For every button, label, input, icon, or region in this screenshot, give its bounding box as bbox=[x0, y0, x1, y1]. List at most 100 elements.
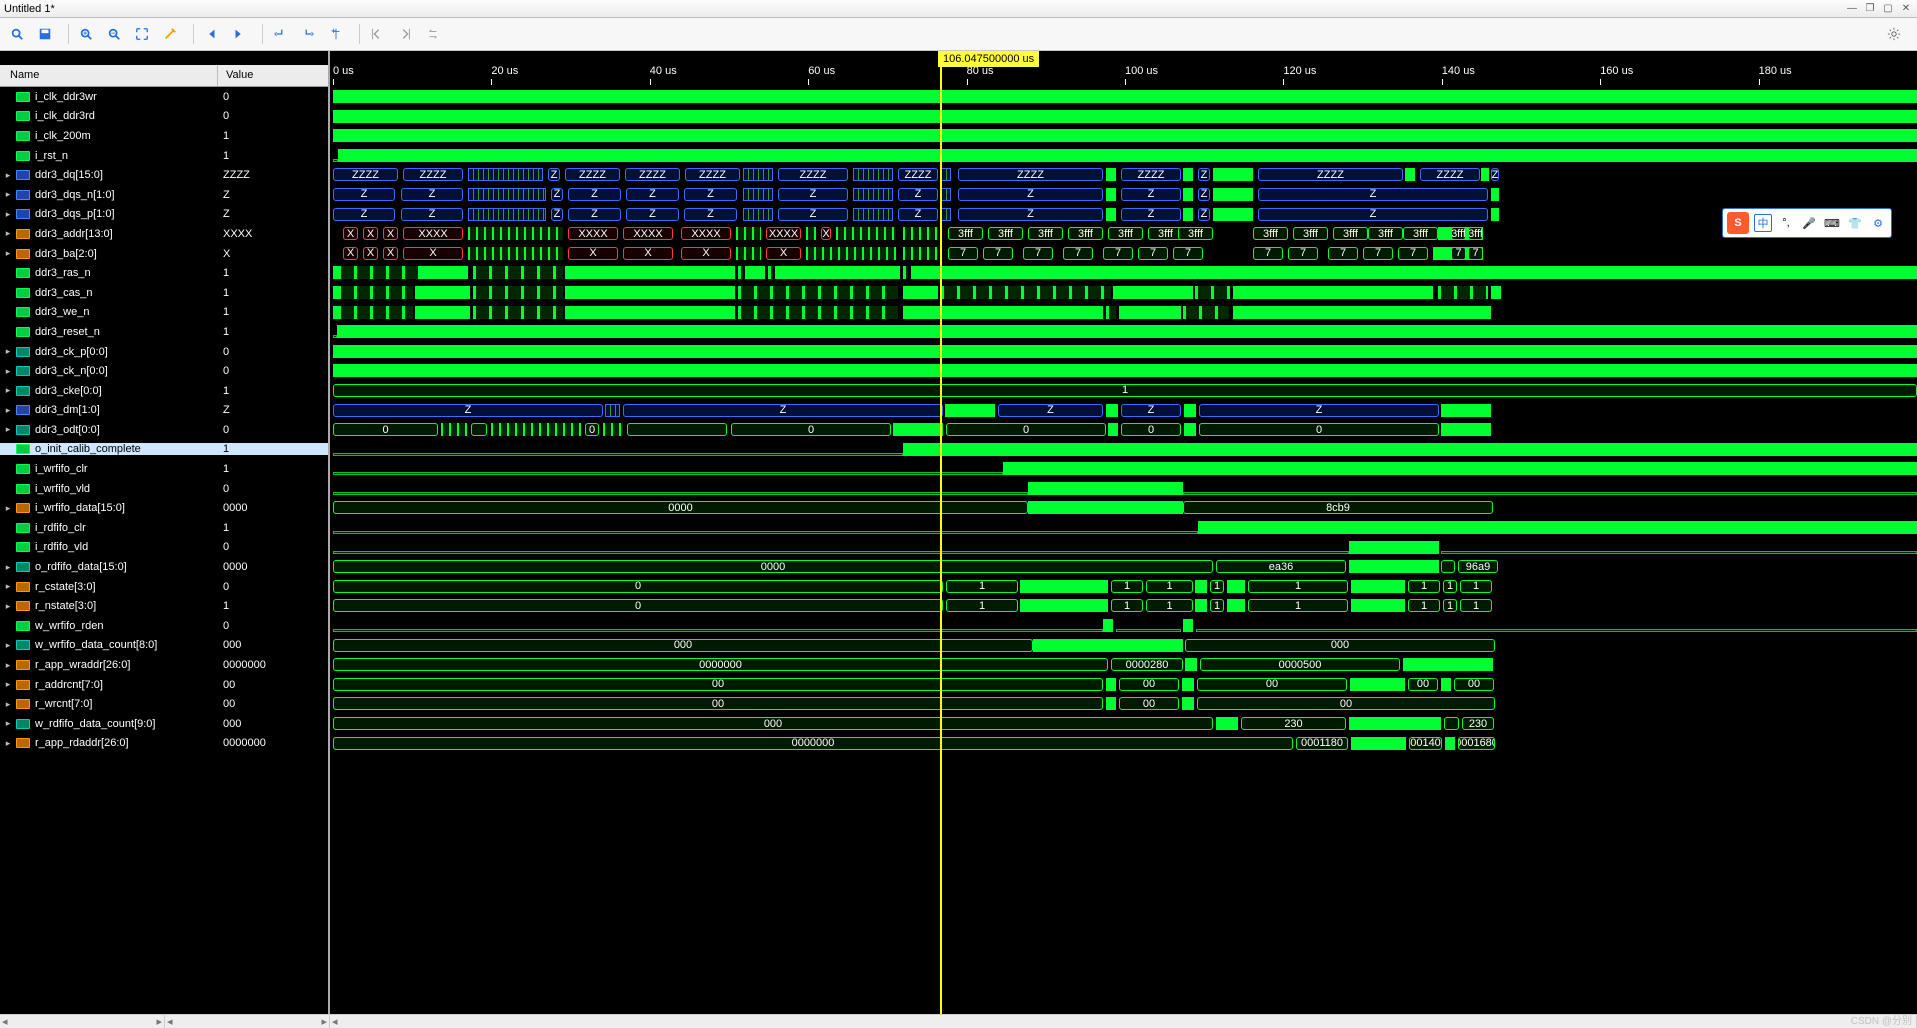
signal-row[interactable]: ▸ddr3_dm[1:0]Z bbox=[0, 401, 328, 421]
waveform-lane[interactable] bbox=[333, 107, 1917, 127]
expand-icon[interactable] bbox=[2, 150, 14, 162]
signal-row[interactable]: ▸ddr3_addr[13:0]XXXX bbox=[0, 224, 328, 244]
expand-icon[interactable] bbox=[2, 443, 14, 455]
zoom-in-button[interactable] bbox=[75, 23, 97, 45]
expand-icon[interactable] bbox=[2, 522, 14, 534]
waveform-lane[interactable]: XXXXXXXX77777777777777 bbox=[333, 244, 1917, 264]
expand-icon[interactable]: ▸ bbox=[2, 639, 14, 651]
time-ruler[interactable]: 0 us20 us40 us60 us80 us100 us120 us140 … bbox=[333, 65, 1917, 87]
signal-row[interactable]: ddr3_ras_n1 bbox=[0, 263, 328, 283]
ime-toolbar[interactable]: S 中 °, 🎤 ⌨ 👕 ⚙ bbox=[1722, 208, 1892, 238]
signal-row[interactable]: i_wrfifo_vld0 bbox=[0, 479, 328, 499]
waveform-lane[interactable]: ZZZZZZZZZZZZZZZZZZZZZZZZZZZZZZZZZZZZZZZZ… bbox=[333, 165, 1917, 185]
signal-row[interactable]: ▸w_rdfifo_data_count[9:0]000 bbox=[0, 714, 328, 734]
ime-punctuation-button[interactable]: °, bbox=[1777, 214, 1795, 232]
settings-button[interactable] bbox=[1883, 23, 1905, 45]
signal-row[interactable]: ▸r_cstate[3:0]0 bbox=[0, 577, 328, 597]
expand-icon[interactable]: ▸ bbox=[2, 600, 14, 612]
expand-icon[interactable] bbox=[2, 541, 14, 553]
next-marker-button[interactable] bbox=[394, 23, 416, 45]
waveform-lane[interactable] bbox=[333, 146, 1917, 166]
waveform-lane[interactable]: ZZZZZZZZZZZZ bbox=[333, 205, 1917, 225]
signal-row[interactable]: i_rdfifo_vld0 bbox=[0, 538, 328, 558]
expand-icon[interactable] bbox=[2, 110, 14, 122]
waveform-lane[interactable]: 011111111 bbox=[333, 596, 1917, 616]
expand-icon[interactable] bbox=[2, 326, 14, 338]
signal-row[interactable]: ▸r_nstate[3:0]1 bbox=[0, 596, 328, 616]
expand-icon[interactable]: ▸ bbox=[2, 581, 14, 593]
prev-transition-button[interactable] bbox=[269, 23, 291, 45]
search-button[interactable] bbox=[6, 23, 28, 45]
signal-row[interactable]: ▸r_wrcnt[7:0]00 bbox=[0, 694, 328, 714]
expand-icon[interactable]: ▸ bbox=[2, 208, 14, 220]
signal-row[interactable]: ▸ddr3_dq[15:0]ZZZZ bbox=[0, 165, 328, 185]
ime-toolbox-button[interactable]: ⚙ bbox=[1869, 214, 1887, 232]
waveform-lane[interactable]: 000000 bbox=[333, 420, 1917, 440]
waveform-lane[interactable]: 0000000000118000014000001680 bbox=[333, 734, 1917, 754]
signal-row[interactable]: ▸r_app_wraddr[26:0]0000000 bbox=[0, 655, 328, 675]
expand-icon[interactable]: ▸ bbox=[2, 502, 14, 514]
column-header-name[interactable]: Name bbox=[0, 65, 218, 86]
expand-icon[interactable]: ▸ bbox=[2, 679, 14, 691]
signal-row[interactable]: ▸ddr3_ba[2:0]X bbox=[0, 244, 328, 264]
waveform-lane[interactable]: 00008cb9 bbox=[333, 498, 1917, 518]
waveform-lane[interactable]: 000230230 bbox=[333, 714, 1917, 734]
signal-row[interactable]: ddr3_we_n1 bbox=[0, 303, 328, 323]
waveform-lane[interactable] bbox=[333, 459, 1917, 479]
expand-icon[interactable]: ▸ bbox=[2, 737, 14, 749]
ime-skin-button[interactable]: 👕 bbox=[1846, 214, 1864, 232]
signal-row[interactable]: ddr3_cas_n1 bbox=[0, 283, 328, 303]
waveform-lane[interactable] bbox=[333, 263, 1917, 283]
waveform-lane[interactable]: ZZZZZZZZZZZZ bbox=[333, 185, 1917, 205]
go-to-end-button[interactable] bbox=[228, 23, 250, 45]
waveform-lane[interactable]: 000000 bbox=[333, 636, 1917, 656]
swap-markers-button[interactable] bbox=[422, 23, 444, 45]
expand-icon[interactable] bbox=[2, 287, 14, 299]
signal-row[interactable]: w_wrfifo_rden0 bbox=[0, 616, 328, 636]
column-header-value[interactable]: Value bbox=[218, 65, 328, 86]
expand-icon[interactable]: ▸ bbox=[2, 189, 14, 201]
waveform-lane[interactable] bbox=[333, 87, 1917, 107]
waveform-lane[interactable]: 0000ea3696a9 bbox=[333, 557, 1917, 577]
waveform-lane[interactable]: 000000000002800000500 bbox=[333, 655, 1917, 675]
expand-icon[interactable]: ▸ bbox=[2, 561, 14, 573]
signal-row[interactable]: o_init_calib_complete1 bbox=[0, 440, 328, 460]
waveform-lane[interactable]: ZZZZZ bbox=[333, 401, 1917, 421]
expand-icon[interactable] bbox=[2, 463, 14, 475]
signal-row[interactable]: ▸ddr3_odt[0:0]0 bbox=[0, 420, 328, 440]
waveform-lane[interactable] bbox=[333, 126, 1917, 146]
expand-icon[interactable] bbox=[2, 91, 14, 103]
ime-keyboard-button[interactable]: ⌨ bbox=[1823, 214, 1841, 232]
cursor-line[interactable] bbox=[940, 65, 942, 1014]
signal-row[interactable]: ddr3_reset_n1 bbox=[0, 322, 328, 342]
zoom-fit-button[interactable] bbox=[131, 23, 153, 45]
expand-icon[interactable]: ▸ bbox=[2, 404, 14, 416]
window-minimize-icon[interactable]: — bbox=[1845, 2, 1859, 16]
signal-row[interactable]: ▸w_wrfifo_data_count[8:0]000 bbox=[0, 636, 328, 656]
expand-icon[interactable]: ▸ bbox=[2, 659, 14, 671]
signal-row[interactable]: ▸r_addrcnt[7:0]00 bbox=[0, 675, 328, 695]
waveform-lane[interactable] bbox=[333, 518, 1917, 538]
waveform-lane[interactable] bbox=[333, 440, 1917, 460]
signal-row[interactable]: ▸r_app_rdaddr[26:0]0000000 bbox=[0, 734, 328, 754]
waveform-lane[interactable]: XXXXXXXXXXXXXXXXXXXXXXXX3fff3fff3fff3fff… bbox=[333, 224, 1917, 244]
expand-icon[interactable]: ▸ bbox=[2, 424, 14, 436]
waveform-pane[interactable]: 106.047500000 us 0 us20 us40 us60 us80 u… bbox=[333, 51, 1917, 1014]
signal-row[interactable]: i_rst_n1 bbox=[0, 146, 328, 166]
waveform-lane[interactable] bbox=[333, 342, 1917, 362]
ime-language-button[interactable]: 中 bbox=[1754, 214, 1772, 232]
cursor-time-flag[interactable]: 106.047500000 us bbox=[938, 51, 1039, 67]
waveform-lane[interactable]: 0000000000 bbox=[333, 675, 1917, 695]
go-to-start-button[interactable] bbox=[200, 23, 222, 45]
signal-row[interactable]: i_wrfifo_clr1 bbox=[0, 459, 328, 479]
expand-icon[interactable] bbox=[2, 620, 14, 632]
signal-row[interactable]: ▸ddr3_dqs_n[1:0]Z bbox=[0, 185, 328, 205]
window-close-icon[interactable]: ✕ bbox=[1899, 2, 1913, 16]
signal-row[interactable]: ▸o_rdfifo_data[15:0]0000 bbox=[0, 557, 328, 577]
expand-icon[interactable]: ▸ bbox=[2, 718, 14, 730]
waveform-lane[interactable]: 1 bbox=[333, 381, 1917, 401]
panel-maximize-icon[interactable]: ▢ bbox=[1881, 2, 1895, 16]
signal-row[interactable]: i_clk_ddr3rd0 bbox=[0, 107, 328, 127]
expand-icon[interactable] bbox=[2, 306, 14, 318]
signal-row[interactable]: ▸ddr3_cke[0:0]1 bbox=[0, 381, 328, 401]
